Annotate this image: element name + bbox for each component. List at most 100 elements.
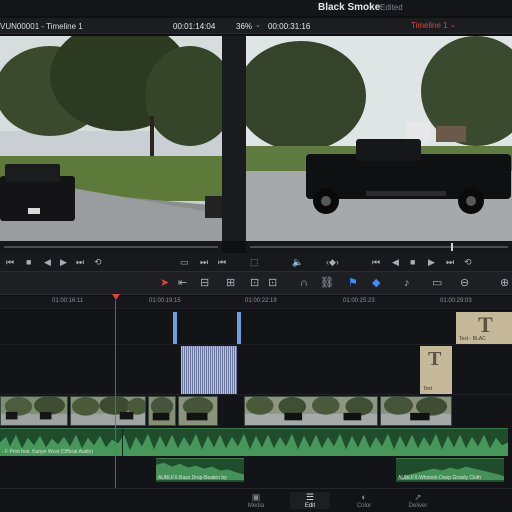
ruler-tick: 01:00:29:03 (440, 298, 472, 304)
audio-clip-name: AUBLFX-Bass Drop-Beaten by (158, 475, 227, 481)
audio-clip-name: - F Print feat. Kanye West (Official Aud… (2, 449, 93, 455)
record-scrub-track (250, 246, 508, 248)
record-playhead-knob[interactable] (451, 243, 453, 251)
transform-icon[interactable]: ⬚ (250, 256, 259, 268)
overwrite-clip-icon[interactable]: ⊡ (268, 277, 277, 289)
audio-clip-name: AUBLFX-Whoosh-Deep Growly Cloth (398, 475, 482, 481)
playhead-handle[interactable] (112, 294, 120, 300)
source-viewer[interactable] (0, 36, 222, 241)
dynamic-trim-icon[interactable]: ⊟ (200, 277, 209, 289)
track-divider (0, 344, 512, 345)
clip-thumbnails (245, 397, 377, 425)
mark-in-icon[interactable]: ⏭ (200, 256, 208, 268)
rec-loop-icon[interactable]: ⟲ (464, 256, 472, 268)
loop-icon[interactable]: ⟲ (94, 256, 102, 268)
video-clip[interactable] (70, 396, 146, 426)
audio-clip-sfx[interactable]: AUBLFX-Bass Drop-Beaten by (156, 458, 244, 482)
record-scrubber[interactable] (246, 241, 512, 253)
clip-mode-icon[interactable]: ▭ (180, 256, 189, 268)
video-clip[interactable] (178, 396, 218, 426)
title-glyph: T (428, 348, 442, 370)
play-icon[interactable]: ▶ (60, 256, 67, 268)
tab-media[interactable]: ▣ Media (236, 492, 276, 509)
flag-icon[interactable]: ⚑ (348, 277, 358, 289)
deliver-icon: ➚ (414, 492, 422, 502)
title-clip-small[interactable]: T Text (420, 346, 452, 394)
color-icon: ◐ (361, 492, 367, 502)
mark-out-icon[interactable]: ⏮ (218, 256, 226, 268)
stop-icon[interactable]: ■ (26, 256, 31, 268)
clip-thumbnails (179, 397, 217, 425)
record-frame (246, 36, 512, 241)
page-navigation: ▣ Media ☰ Edit ◐ Color ➚ Deliver (0, 488, 512, 512)
video-clip[interactable] (148, 396, 176, 426)
title-clip-label: Text - BLAC (459, 336, 486, 342)
playhead-line[interactable] (115, 300, 116, 500)
title-bar: Black Smoke Edited (0, 0, 512, 16)
play-reverse-icon[interactable]: ◀ (44, 256, 51, 268)
audio-mix-icon[interactable]: ♪ (404, 277, 410, 289)
audio-clip-sfx[interactable]: AUBLFX-Whoosh-Deep Growly Cloth (396, 458, 504, 482)
blade-tool-icon[interactable]: ⊞ (226, 277, 235, 289)
zoom-full-icon[interactable]: ▭ (432, 277, 442, 289)
clip-thumbnails (1, 397, 67, 425)
media-icon: ▣ (251, 492, 261, 502)
zoom-chevron-icon[interactable]: ⌄ (255, 21, 261, 29)
clip-thumbnails (149, 397, 175, 425)
tab-label: Deliver (408, 503, 428, 509)
frame-step-icon[interactable]: ‹◆› (326, 256, 339, 268)
timeline-viewer[interactable] (246, 36, 512, 241)
timeline-selector[interactable]: Timeline 1 (411, 21, 448, 30)
edit-toolbar: ➤ ⇤ ⊟ ⊞ ⊡ ⊡ ∩ ⛓ ⚑ ◆ ♪ ▭ ⊖ ⊕ (0, 271, 512, 295)
video-clip[interactable] (0, 396, 68, 426)
project-name: Black Smoke (318, 2, 381, 13)
track-divider (0, 394, 512, 395)
tab-label: Media (247, 503, 265, 509)
edit-icon: ☰ (305, 492, 315, 502)
ruler-tick: 01:00:19:15 (149, 298, 181, 304)
tab-deliver[interactable]: ➚ Deliver (398, 492, 438, 509)
volume-icon[interactable]: 🔈 (292, 256, 303, 268)
clip-thumbnails (71, 397, 145, 425)
viewer-divider (222, 36, 246, 241)
trim-tool-icon[interactable]: ⇤ (178, 277, 187, 289)
linked-selection-icon[interactable]: ⛓ (320, 277, 334, 289)
zoom-level[interactable]: 36% (236, 22, 252, 31)
adjustment-clip[interactable] (181, 346, 237, 394)
video-clip[interactable] (380, 396, 452, 426)
tab-color[interactable]: ◐ Color (344, 492, 384, 509)
title-clip-main[interactable]: T Text - BLAC (456, 312, 512, 344)
timeline-chevron-icon[interactable]: ⌄ (450, 21, 456, 29)
audio-clip-music[interactable]: - F Print feat. Kanye West (Official Aud… (0, 428, 508, 456)
viewer-header: VUN00001 - Timeline 1 00:01:14:04 36% ⌄ … (0, 18, 512, 34)
rec-jump-end-icon[interactable]: ⏭ (446, 256, 454, 268)
jump-start-icon[interactable]: ⏮ (6, 256, 14, 268)
snapping-icon[interactable]: ∩ (300, 277, 308, 289)
selection-tool-icon[interactable]: ➤ (160, 277, 169, 289)
video-clip[interactable] (244, 396, 378, 426)
ruler-tick: 01:00:16:11 (52, 298, 84, 304)
rec-play-reverse-icon[interactable]: ◀ (392, 256, 399, 268)
tab-edit[interactable]: ☰ Edit (290, 492, 330, 509)
marker-icon[interactable]: ◆ (372, 277, 380, 289)
jump-end-icon[interactable]: ⏭ (76, 256, 84, 268)
insert-clip-icon[interactable]: ⊡ (250, 277, 259, 289)
source-scrub-track (4, 246, 218, 248)
source-timecode: 00:01:14:04 (173, 22, 216, 31)
clip-marker[interactable] (237, 312, 241, 344)
ruler-tick: 01:00:22:19 (245, 298, 277, 304)
tab-label: Color (356, 503, 372, 509)
rec-stop-icon[interactable]: ■ (410, 256, 415, 268)
zoom-out-icon[interactable]: ⊖ (460, 277, 469, 289)
track-divider (0, 308, 512, 309)
source-clip-name[interactable]: VUN00001 - Timeline 1 (0, 22, 83, 31)
source-scrubber[interactable] (0, 241, 222, 253)
source-frame (0, 36, 222, 241)
rec-play-icon[interactable]: ▶ (428, 256, 435, 268)
clip-marker[interactable] (173, 312, 177, 344)
timeline-tracks[interactable]: T Text - BLAC T Text - F Print feat. Kan… (0, 308, 512, 488)
rec-jump-start-icon[interactable]: ⏮ (372, 256, 380, 268)
time-ruler[interactable]: 01:00:16:11 01:00:19:15 01:00:22:19 01:0… (0, 296, 512, 308)
zoom-in-icon[interactable]: ⊕ (500, 277, 509, 289)
title-glyph: T (478, 312, 493, 337)
